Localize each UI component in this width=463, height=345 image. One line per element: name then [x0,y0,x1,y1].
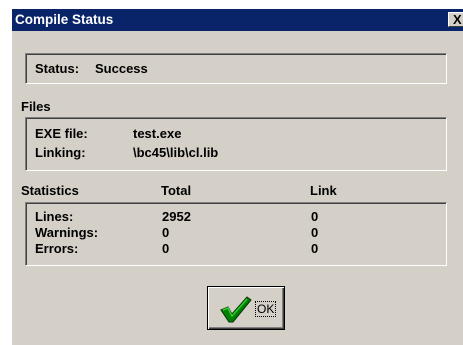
row-label: Errors: [35,241,79,256]
status-box: Status: Success [25,53,447,84]
row-total: 0 [162,241,170,256]
status-value: Success [95,61,148,76]
row-link: 0 [311,209,319,224]
statistics-heading: Statistics [21,183,79,198]
row-label: Lines: [35,209,74,224]
status-label: Status: [35,61,80,76]
linking-label: Linking: [35,145,86,160]
title-bar[interactable]: Compile Status X [12,9,463,31]
row-link: 0 [311,225,319,240]
close-icon: X [453,12,462,27]
statistics-box: Lines: 2952 0 Warnings: 0 0 Errors: 0 0 [25,202,447,266]
exe-file-value: test.exe [133,126,182,141]
ok-button[interactable]: OK [207,286,285,330]
checkmark-icon [220,296,252,323]
linking-value: \bc45\lib\cl.lib [133,145,219,160]
row-total: 2952 [162,209,191,224]
row-link: 0 [311,241,319,256]
row-label: Warnings: [35,225,99,240]
files-heading: Files [21,99,51,114]
row-total: 0 [162,225,170,240]
compile-status-dialog: Compile Status X Status: Success Files E… [11,8,463,345]
ok-button-label: OK [254,301,277,317]
close-button[interactable]: X [448,12,463,27]
column-header-link: Link [310,183,337,198]
files-box: EXE file: test.exe Linking: \bc45\lib\cl… [25,117,447,171]
exe-file-label: EXE file: [35,126,88,141]
column-header-total: Total [161,183,192,198]
window-title: Compile Status [15,12,114,27]
